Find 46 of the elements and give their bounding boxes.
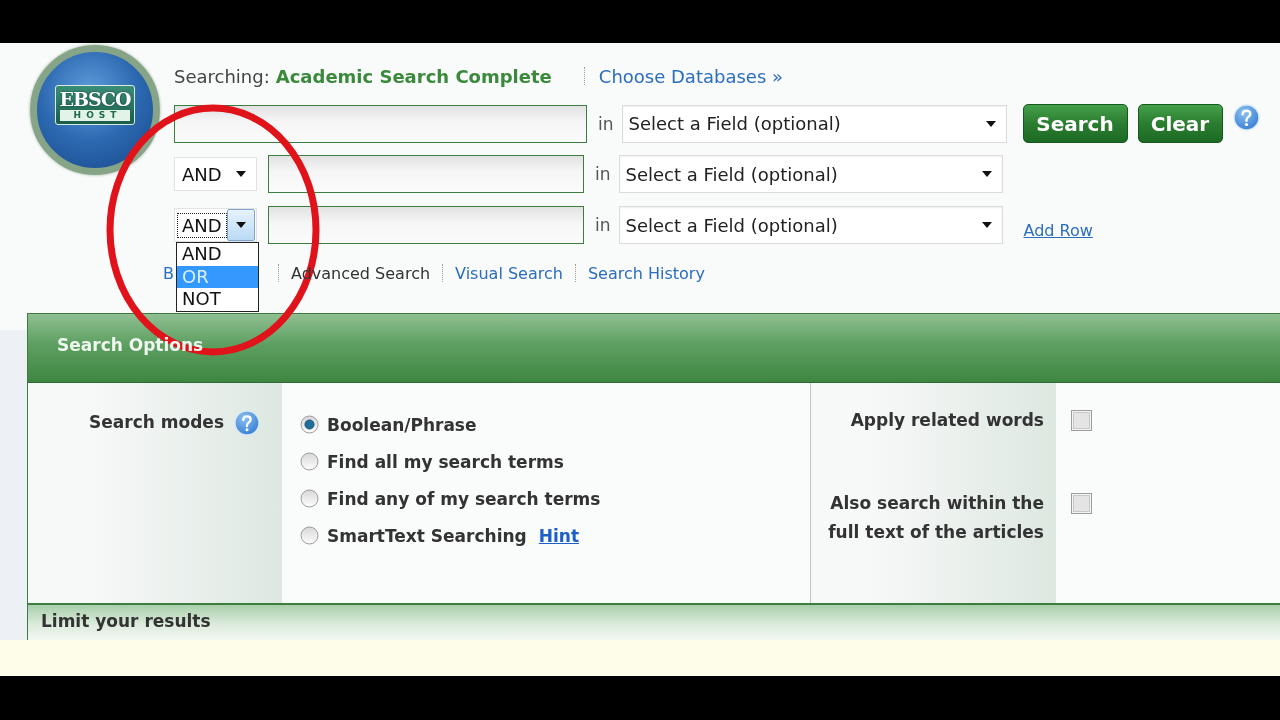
- search-input[interactable]: [268, 155, 584, 193]
- radio-button[interactable]: [300, 452, 319, 471]
- field-dropdown[interactable]: Select a Field (optional): [621, 104, 1007, 143]
- section-title: Limit your results: [41, 611, 211, 631]
- database-name: Academic Search Complete: [275, 65, 552, 87]
- clear-button[interactable]: Clear: [1137, 104, 1223, 143]
- caret-icon: [235, 222, 246, 228]
- in-label: in: [595, 164, 611, 184]
- search-button[interactable]: Search: [1022, 104, 1128, 143]
- field-dropdown[interactable]: Select a Field (optional): [618, 155, 1003, 193]
- search-link[interactable]: B: [163, 263, 174, 283]
- search-link[interactable]: Search History: [587, 263, 705, 283]
- menu-option[interactable]: AND: [177, 243, 258, 266]
- search-input[interactable]: [174, 104, 587, 143]
- operator-dropdown[interactable]: AND: [174, 208, 257, 242]
- help-icon[interactable]: [234, 410, 260, 436]
- radio-button[interactable]: [300, 526, 319, 545]
- radio-label: Find all my search terms: [327, 451, 564, 472]
- in-label: in: [595, 215, 611, 235]
- radio-button[interactable]: [300, 489, 319, 508]
- caret-icon: [981, 171, 992, 177]
- in-label: in: [598, 113, 614, 134]
- operator-dropdown[interactable]: AND: [174, 157, 257, 191]
- option-label: Apply related words: [850, 409, 1044, 432]
- logo-text: EBSCO: [59, 88, 131, 110]
- radio-label: SmartText Searching: [327, 525, 527, 546]
- help-icon[interactable]: [1232, 104, 1260, 131]
- field-dropdown[interactable]: Select a Field (optional): [618, 206, 1003, 244]
- choose-databases-link[interactable]: Choose Databases »: [598, 65, 783, 87]
- checkbox[interactable]: [1071, 493, 1092, 514]
- radio-label: Find any of my search terms: [327, 488, 601, 509]
- caret-icon: [985, 120, 996, 127]
- radio-label: Boolean/Phrase: [327, 414, 477, 435]
- logo-text: HOST: [60, 110, 130, 121]
- menu-option[interactable]: NOT: [177, 288, 258, 311]
- caret-icon: [981, 222, 992, 228]
- radio-button[interactable]: [300, 415, 319, 434]
- searching-label: Searching:: [174, 65, 270, 87]
- search-input[interactable]: [268, 206, 584, 244]
- checkbox[interactable]: [1071, 410, 1092, 431]
- search-modes-label: Search modes: [89, 411, 224, 434]
- hint-link[interactable]: Hint: [538, 525, 580, 546]
- add-row-link[interactable]: Add Row: [1023, 220, 1093, 240]
- option-label: Also search within the full text of the articles: [827, 492, 1044, 544]
- search-link[interactable]: Visual Search: [455, 263, 563, 283]
- caret-icon: [235, 171, 246, 177]
